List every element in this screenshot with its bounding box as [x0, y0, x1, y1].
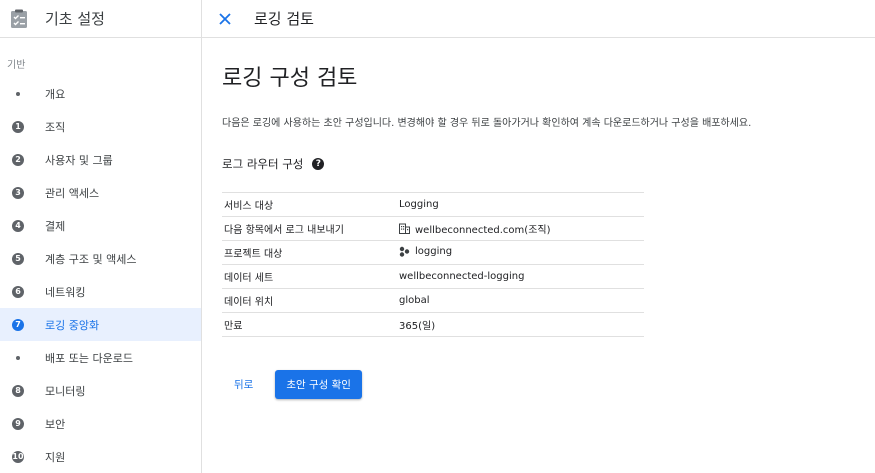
row-value: Logging: [399, 199, 439, 210]
sidebar-item[interactable]: 개요: [0, 77, 201, 110]
row-value-cell: wellbeconnected-logging: [399, 264, 644, 289]
step-number-badge: 9: [12, 417, 24, 430]
sidebar-item-label: 사용자 및 그룹: [45, 153, 113, 167]
back-button[interactable]: 뒤로: [222, 371, 265, 398]
organization-icon: [399, 223, 410, 234]
table-row: 프로젝트 대상 logging: [222, 240, 644, 265]
confirm-draft-button[interactable]: 초안 구성 확인: [275, 370, 362, 399]
sidebar-item[interactable]: 3 관리 액세스: [0, 176, 201, 209]
topbar: 로깅 검토: [202, 0, 875, 38]
close-icon[interactable]: [217, 11, 233, 27]
row-value-wrap: wellbeconnected.com(조직): [399, 221, 551, 236]
step-number-badge: 5: [12, 252, 24, 265]
section-title: 로그 라우터 구성 ?: [222, 156, 875, 172]
step-number-badge: 6: [12, 285, 24, 298]
table-row: 다음 항목에서 로그 내보내기 wellbeconnected.com(조직): [222, 216, 644, 241]
sidebar-item[interactable]: 2 사용자 및 그룹: [0, 143, 201, 176]
sidebar-item[interactable]: 1 조직: [0, 110, 201, 143]
step-number-badge: 10: [12, 450, 24, 463]
row-key: 서비스 대상: [222, 192, 399, 217]
row-value-wrap: wellbeconnected-logging: [399, 271, 524, 282]
sidebar-item[interactable]: 5 계층 구조 및 액세스: [0, 242, 201, 275]
row-key: 프로젝트 대상: [222, 240, 399, 265]
sidebar-item[interactable]: 4 결제: [0, 209, 201, 242]
row-value: wellbeconnected.com(조직): [415, 224, 551, 236]
step-number-badge: 7: [12, 318, 24, 331]
table-row: 데이터 세트 wellbeconnected-logging: [222, 264, 644, 289]
sidebar-item[interactable]: 배포 또는 다운로드: [0, 341, 201, 374]
step-dot-icon: [16, 91, 20, 96]
row-value-wrap: Logging: [399, 199, 439, 210]
row-key: 다음 항목에서 로그 내보내기: [222, 216, 399, 241]
row-value: logging: [415, 245, 453, 257]
step-number-badge: 3: [12, 186, 24, 199]
row-value-cell: wellbeconnected.com(조직): [399, 216, 644, 241]
sidebar-header: 기초 설정: [0, 0, 201, 38]
row-value: global: [399, 295, 430, 306]
row-key: 데이터 세트: [222, 264, 399, 289]
sidebar-item-label: 모니터링: [45, 384, 86, 398]
row-value: 365(일): [399, 321, 436, 332]
sidebar-item[interactable]: 8 모니터링: [0, 374, 201, 407]
row-value-cell: logging: [399, 240, 644, 265]
step-number-badge: 8: [12, 384, 24, 397]
project-icon: [399, 246, 410, 257]
sidebar-item-label: 보안: [45, 417, 66, 431]
sidebar-item-label: 개요: [45, 87, 66, 101]
sidebar-nav: 개요 1 조직 2 사용자 및 그룹 3 관리 액세스 4 결제 5 계층 구조 및 액세스 6 네트워…: [0, 77, 201, 473]
config-table: 서비스 대상 Logging 다음 항목에서 로그 내보내기 wellbeconnec…: [222, 192, 644, 337]
row-value-cell: Logging: [399, 192, 644, 217]
step-number-badge: 4: [12, 219, 24, 232]
section-title-text: 로그 라우터 구성: [222, 157, 304, 171]
sidebar-item-label: 배포 또는 다운로드: [45, 351, 133, 365]
step-number-badge: 2: [12, 153, 24, 166]
row-value-cell: global: [399, 288, 644, 313]
sidebar-section-label: 기반: [7, 60, 26, 71]
row-value-cell: 365(일): [399, 312, 644, 337]
row-key: 만료: [222, 312, 399, 337]
row-value: wellbeconnected-logging: [399, 271, 525, 282]
sidebar-item-label: 관리 액세스: [45, 186, 100, 200]
sidebar-item[interactable]: 9 보안: [0, 407, 201, 440]
checklist-icon: [11, 9, 27, 28]
sidebar-item-label: 지원: [45, 450, 66, 464]
table-row: 데이터 위치 global: [222, 288, 644, 313]
sidebar-item[interactable]: 7 로깅 중앙화: [0, 308, 201, 341]
sidebar-item-label: 조직: [45, 120, 66, 134]
sidebar-item-label: 네트워킹: [45, 285, 86, 299]
sidebar-item-label: 로깅 중앙화: [45, 318, 100, 332]
sidebar: 기초 설정 기반 개요 1 조직 2 사용자 및 그룹 3 관리 액세스 4 결제 5 계층 구조 …: [0, 0, 202, 473]
description: 다음은 로깅에 사용하는 초안 구성입니다. 변경해야 할 경우 뒤로 돌아가거…: [222, 118, 752, 129]
sidebar-item-label: 계층 구조 및 액세스: [45, 252, 137, 266]
sidebar-item-label: 결제: [45, 219, 66, 233]
row-value-wrap: global: [399, 295, 430, 306]
topbar-title: 로깅 검토: [254, 10, 314, 28]
sidebar-item[interactable]: 6 네트워킹: [0, 275, 201, 308]
sidebar-item[interactable]: 10 지원: [0, 440, 201, 473]
actions: 뒤로 초안 구성 확인: [222, 370, 875, 399]
row-value-wrap: 365(일): [399, 317, 435, 332]
step-dot-icon: [16, 355, 20, 360]
help-icon[interactable]: ?: [312, 158, 325, 170]
page-title: 로깅 구성 검토: [222, 66, 358, 91]
table-row: 서비스 대상 Logging: [222, 192, 644, 217]
row-key: 데이터 위치: [222, 288, 399, 313]
row-value-wrap: logging: [399, 246, 452, 257]
sidebar-title: 기초 설정: [45, 10, 105, 28]
step-number-badge: 1: [12, 120, 24, 133]
main-content: 로깅 구성 검토 다음은 로깅에 사용하는 초안 구성입니다. 변경해야 할 경…: [222, 38, 875, 399]
table-row: 만료 365(일): [222, 312, 644, 337]
